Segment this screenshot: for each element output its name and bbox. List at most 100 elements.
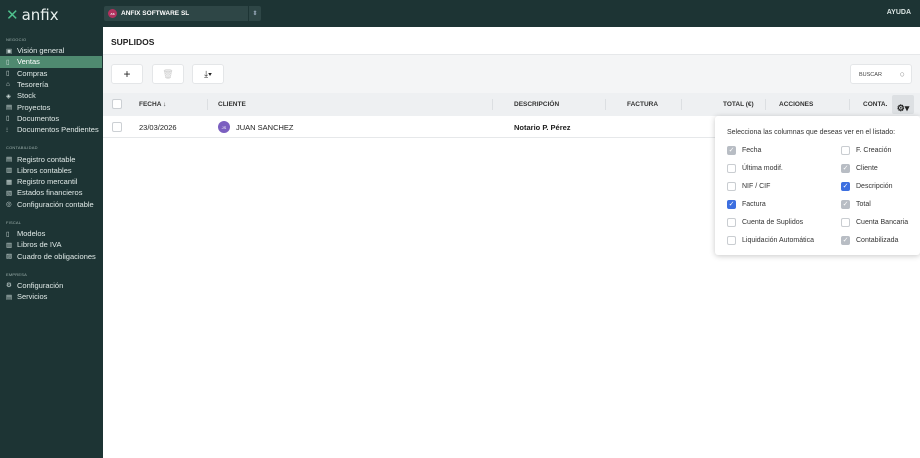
sidebar-item[interactable]: ▯ Compras: [0, 68, 102, 79]
sidebar-item[interactable]: ▤ Proyectos: [0, 101, 102, 112]
sidebar-item-label: Registro contable: [17, 154, 76, 164]
services-icon: ▤: [6, 293, 13, 301]
search-icon: ○: [899, 69, 905, 79]
row-checkbox[interactable]: [112, 122, 122, 132]
bank-icon: ⌂: [6, 81, 10, 89]
sidebar-item[interactable]: ▯ Documentos: [0, 113, 102, 124]
ledger-icon: ▤: [6, 156, 13, 164]
column-option-label: Última modif.: [742, 165, 783, 172]
sidebar-item[interactable]: ▦ Registro mercantil: [0, 176, 102, 187]
checkbox[interactable]: [727, 236, 736, 245]
company-avatar: AS: [108, 9, 117, 18]
sidebar-item-label: Tesorería: [17, 80, 49, 90]
column-option[interactable]: ✓ Factura: [727, 200, 766, 209]
sidebar-item[interactable]: ⌂ Tesorería: [0, 79, 102, 90]
sidebar-item[interactable]: ◎ Configuración contable: [0, 199, 102, 210]
sidebar-section-label: CONTABILIDAD: [6, 145, 38, 151]
col-descripcion[interactable]: DESCRIPCIÓN: [514, 101, 559, 108]
checkbox[interactable]: [841, 146, 850, 155]
column-settings-button[interactable]: ⚙▾: [892, 95, 914, 114]
column-option[interactable]: Liquidación Automática: [727, 236, 814, 245]
col-cliente[interactable]: CLIENTE: [218, 101, 246, 108]
logo[interactable]: ✕ anfix: [6, 6, 59, 24]
sidebar-item-label: Modelos: [17, 229, 46, 238]
col-conta[interactable]: CONTA.: [863, 101, 887, 108]
search-placeholder: BUSCAR: [859, 72, 882, 78]
checkbox[interactable]: ✓: [841, 200, 850, 209]
select-all-checkbox[interactable]: [112, 99, 122, 109]
sidebar-item-label: Ventas: [17, 57, 40, 67]
column-option[interactable]: Última modif.: [727, 164, 783, 173]
folder-icon: ▤: [6, 104, 13, 112]
add-button[interactable]: +: [111, 64, 143, 84]
checkbox[interactable]: ✓: [841, 164, 850, 173]
sidebar-item-label: Configuración contable: [17, 199, 94, 209]
sidebar-item-label: Estados financieros: [17, 188, 83, 198]
col-fecha[interactable]: FECHA ↓: [139, 101, 166, 108]
cell-cliente: JUAN SANCHEZ: [236, 123, 294, 132]
column-option[interactable]: F. Creación: [841, 146, 891, 155]
checkbox[interactable]: [727, 182, 736, 191]
checkbox[interactable]: [727, 164, 736, 173]
sidebar-item[interactable]: ⚙ Configuración: [0, 280, 102, 291]
sidebar-item-label: Visión general: [17, 46, 65, 56]
report-icon: ▧: [6, 189, 13, 197]
checkbox[interactable]: ✓: [727, 146, 736, 155]
sidebar-item[interactable]: ▨ Cuadro de obligaciones: [0, 250, 102, 261]
col-factura[interactable]: FACTURA: [627, 101, 658, 108]
col-total[interactable]: TOTAL (€): [723, 101, 754, 108]
column-option[interactable]: ✓ Total: [841, 200, 871, 209]
sidebar-section-label: EMPRESA: [6, 271, 27, 277]
company-selector[interactable]: AS ANFIX SOFTWARE SL ⇕: [104, 6, 261, 21]
sidebar-item-label: Compras: [17, 68, 48, 78]
delete-button[interactable]: 🗑: [152, 64, 184, 84]
column-option[interactable]: Cuenta Bancaria: [841, 218, 908, 227]
company-name: ANFIX SOFTWARE SL: [121, 10, 190, 17]
sidebar-section-label: NEGOCIO: [6, 37, 27, 42]
sidebar-item[interactable]: ⁝ Documentos Pendientes: [0, 124, 102, 135]
column-option-label: Cliente: [856, 165, 878, 172]
sidebar-section-label: FISCAL: [6, 219, 22, 225]
download-button[interactable]: ⤓▾: [192, 64, 224, 84]
document-icon: ▯: [6, 58, 10, 66]
anfix-logo-icon: ✕: [6, 6, 19, 24]
calendar-icon: ▨: [6, 253, 13, 261]
column-option-label: Descripción: [856, 183, 893, 190]
cell-fecha: 23/03/2026: [139, 123, 177, 132]
scan-icon: ⁝: [6, 126, 9, 134]
checkbox[interactable]: ✓: [727, 200, 736, 209]
column-option[interactable]: NIF / CIF: [727, 182, 770, 191]
column-option[interactable]: ✓ Descripción: [841, 182, 893, 191]
column-option[interactable]: ✓ Cliente: [841, 164, 878, 173]
checkbox[interactable]: ✓: [841, 182, 850, 191]
plus-icon: +: [123, 67, 131, 81]
checkbox[interactable]: [727, 218, 736, 227]
help-link[interactable]: AYUDA: [887, 9, 911, 16]
download-icon: ⤓▾: [204, 68, 212, 79]
checkbox[interactable]: [841, 218, 850, 227]
settings-icon: ◎: [6, 201, 12, 209]
sidebar-item[interactable]: ▥ Libros contables: [0, 165, 102, 176]
sidebar-item-label: Stock: [17, 91, 36, 101]
sidebar-item[interactable]: ▤ Registro contable: [0, 153, 102, 164]
sidebar-item[interactable]: ▤ Servicios: [0, 291, 102, 302]
column-option[interactable]: Cuenta de Suplidos: [727, 218, 803, 227]
sidebar-item[interactable]: ▯ Ventas: [0, 56, 102, 68]
column-option-label: Cuenta de Suplidos: [742, 219, 804, 226]
sidebar-item-label: Libros de IVA: [17, 240, 62, 250]
column-option[interactable]: ✓ Contabilizada: [841, 236, 898, 245]
sidebar-item-label: Documentos Pendientes: [17, 125, 99, 135]
checkbox[interactable]: ✓: [841, 236, 850, 245]
sidebar-item[interactable]: ▥ Libros de IVA: [0, 239, 102, 250]
sidebar-item-label: Registro mercantil: [17, 177, 78, 187]
sidebar-item[interactable]: ▯ Modelos: [0, 228, 102, 239]
search-input[interactable]: BUSCAR ○: [850, 64, 912, 84]
chevron-updown-icon: ⇕: [248, 6, 261, 21]
sidebar-item[interactable]: ▣ Visión general: [0, 45, 102, 56]
column-option[interactable]: ✓ Fecha: [727, 146, 761, 155]
sidebar-item[interactable]: ▧ Estados financieros: [0, 187, 102, 198]
logo-text: anfix: [21, 6, 59, 24]
column-option-label: Liquidación Automática: [742, 237, 814, 244]
sidebar-item[interactable]: ◈ Stock: [0, 90, 102, 101]
toolbar: + 🗑 ⤓▾ BUSCAR ○: [103, 55, 920, 93]
